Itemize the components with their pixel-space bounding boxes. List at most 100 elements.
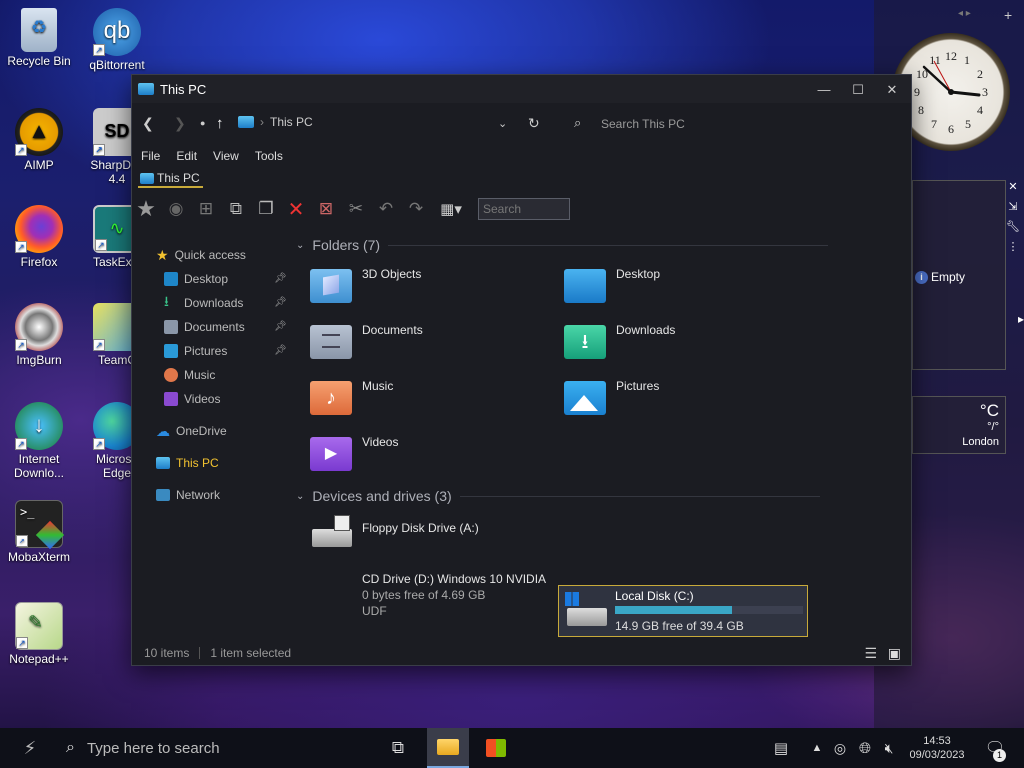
nav-item-videos[interactable]: Videos xyxy=(164,389,220,409)
firefox-icon: ↗ xyxy=(15,205,63,253)
store-taskbar-button[interactable] xyxy=(476,728,516,768)
folders-group-header[interactable]: ⌄ Folders (7) xyxy=(296,237,829,253)
clock-number: 5 xyxy=(965,117,971,131)
redo-icon[interactable]: ↷ xyxy=(404,198,428,220)
file-explorer-taskbar-button[interactable] xyxy=(427,728,469,768)
videos-folder-icon: ▶ xyxy=(310,437,352,471)
location-tab[interactable]: This PC xyxy=(138,171,203,188)
nav-quick-access[interactable]: ★ Quick access xyxy=(156,245,246,265)
folder-videos[interactable]: ▶ Videos xyxy=(310,435,398,471)
volume-muted-icon[interactable]: 🔇︎ xyxy=(878,728,900,768)
desktop-icon-imgburn[interactable]: ↗ ImgBurn xyxy=(1,303,77,367)
start-button[interactable]: ⚡︎ xyxy=(8,728,52,768)
folder-3d-objects[interactable]: 3D Objects xyxy=(310,267,421,303)
clock-number: 4 xyxy=(977,103,983,117)
recent-dot-icon[interactable]: ● xyxy=(200,118,205,128)
nav-onedrive[interactable]: ☁ OneDrive xyxy=(156,421,227,441)
nav-network[interactable]: Network xyxy=(156,485,220,505)
folder-music[interactable]: ♪ Music xyxy=(310,379,393,415)
title-bar[interactable]: This PC xyxy=(132,75,911,103)
show-hidden-icons-button[interactable]: ▲ xyxy=(808,728,826,768)
drive-local-c[interactable]: Local Disk (C:) 14.9 GB free of 39.4 GB xyxy=(558,585,808,637)
desktop-icon-qbittorrent[interactable]: qb ↗ qBittorrent xyxy=(79,8,155,72)
back-arrow-icon[interactable]: ❮ xyxy=(142,115,154,132)
copy-to-icon[interactable]: ❐ xyxy=(254,198,278,220)
action-center-button[interactable]: 🗨︎ 1 xyxy=(980,728,1010,768)
devices-group-header[interactable]: ⌄ Devices and drives (3) xyxy=(296,488,820,504)
folder-desktop[interactable]: Desktop xyxy=(564,267,660,303)
toolbar-search-input[interactable]: Search xyxy=(478,198,570,220)
minimize-button[interactable]: — xyxy=(807,79,841,101)
notepadpp-icon: ✎ ↗ xyxy=(15,602,63,650)
info-icon: i xyxy=(915,270,928,284)
webcam-icon[interactable]: ◎ xyxy=(830,728,850,768)
desktop-icon-internet-download-manager[interactable]: ↓ ↗ Internet Downlo... xyxy=(1,402,77,480)
up-arrow-icon[interactable]: ↑ xyxy=(216,115,224,132)
wrench-icon[interactable]: 🔧︎ xyxy=(1006,220,1020,234)
folder-pictures[interactable]: Pictures xyxy=(564,379,659,415)
weather-gadget[interactable]: °C °/° London xyxy=(912,396,1006,454)
music-folder-icon: ♪ xyxy=(310,381,352,415)
menu-file[interactable]: File xyxy=(141,149,160,163)
menu-view[interactable]: View xyxy=(213,149,239,163)
drive-cd-d[interactable]: CD Drive (D:) Windows 10 NVIDIA 0 bytes … xyxy=(362,571,546,619)
toolbar: ★ ◉ ⊞ ⧉ ❐ ✕ ⊠ ✂ ↶ ↷ ▦▾ Search xyxy=(134,195,570,223)
desktop-icon-mobaxterm[interactable]: >_ ↗ MobaXterm xyxy=(1,500,77,564)
pin-icon[interactable]: 📌︎ xyxy=(274,273,287,284)
nav-item-desktop[interactable]: Desktop xyxy=(164,269,228,289)
drag-handle-icon[interactable]: ⋮ xyxy=(1006,240,1020,254)
recent-icon[interactable]: ◉ xyxy=(164,198,188,220)
delete-icon[interactable]: ✕ xyxy=(284,198,308,221)
menu-edit[interactable]: Edit xyxy=(176,149,197,163)
address-bar[interactable]: › This PC xyxy=(238,115,313,129)
desktop-icon-firefox[interactable]: ↗ Firefox xyxy=(1,205,77,269)
drive-floppy[interactable]: Floppy Disk Drive (A:) xyxy=(310,515,479,549)
nav-this-pc[interactable]: This PC xyxy=(156,453,219,473)
folder-documents[interactable]: Documents xyxy=(310,323,423,359)
clock-number: 9 xyxy=(914,85,920,99)
pin-icon[interactable]: 📌︎ xyxy=(274,297,287,308)
navigation-bar: ❮ ❯ ● ↑ › This PC ⌄ ↻ ⌕ Search This PC xyxy=(132,109,911,137)
taskbar-search[interactable]: ⌕ Type here to search xyxy=(58,728,358,768)
recycle-bin-gadget[interactable]: i Empty xyxy=(912,180,1006,370)
menu-tools[interactable]: Tools xyxy=(255,149,283,163)
refresh-icon[interactable]: ↻ xyxy=(528,115,540,132)
close-icon[interactable]: ✕ xyxy=(1006,180,1020,194)
search-icon[interactable]: ⌕ xyxy=(574,115,581,131)
idm-icon: ↓ ↗ xyxy=(15,402,63,450)
task-view-button[interactable]: ⧉ xyxy=(380,728,416,768)
favorite-star-icon[interactable]: ★ xyxy=(134,196,158,221)
gadget-add-button[interactable]: + xyxy=(1004,7,1012,23)
details-view-icon[interactable]: ☰ xyxy=(864,645,877,662)
chevron-down-icon[interactable]: ⌄ xyxy=(498,117,507,130)
maximize-button[interactable]: ☐ xyxy=(841,79,875,101)
undo-icon[interactable]: ↶ xyxy=(374,198,398,220)
move-to-icon[interactable]: ⧉ xyxy=(224,198,248,220)
view-options-icon[interactable]: ▦▾ xyxy=(434,198,468,220)
delete-permanent-icon[interactable]: ⊠ xyxy=(314,198,338,220)
search-input[interactable]: Search This PC xyxy=(601,117,685,131)
forward-arrow-icon[interactable]: ❯ xyxy=(174,115,186,132)
resize-icon[interactable]: ⇲ xyxy=(1006,200,1020,214)
folder-downloads[interactable]: ⭳ Downloads xyxy=(564,323,675,359)
cut-icon[interactable]: ✂ xyxy=(344,198,368,220)
pin-icon[interactable]: 📌︎ xyxy=(274,321,287,332)
news-widget-button[interactable]: ▤ xyxy=(764,728,798,768)
nav-item-documents[interactable]: Documents xyxy=(164,317,245,337)
desktop-icon-notepadpp[interactable]: ✎ ↗ Notepad++ xyxy=(1,602,77,666)
nav-item-music[interactable]: Music xyxy=(164,365,215,385)
nav-item-downloads[interactable]: ⭳ Downloads xyxy=(164,293,243,313)
network-globe-icon[interactable]: 🌐︎ xyxy=(854,728,876,768)
desktop-icon-aimp[interactable]: ▲ ↗ AIMP xyxy=(1,108,77,172)
gadget-pager[interactable]: ◂ ▸ xyxy=(958,8,971,19)
close-button[interactable]: ✕ xyxy=(875,79,909,101)
clock-minute-hand xyxy=(922,65,953,94)
pin-icon[interactable]: 📌︎ xyxy=(274,345,287,356)
windows-icon[interactable]: ⊞ xyxy=(194,198,218,220)
large-icons-view-icon[interactable]: ▣ xyxy=(888,645,901,662)
desktop-icon-recycle-bin[interactable]: ♻ Recycle Bin xyxy=(1,8,77,68)
cloud-icon: ☁ xyxy=(156,422,170,439)
nav-item-pictures[interactable]: Pictures xyxy=(164,341,227,361)
clock-area[interactable]: 14:53 09/03/2023 xyxy=(902,728,972,768)
videos-icon xyxy=(164,392,178,406)
